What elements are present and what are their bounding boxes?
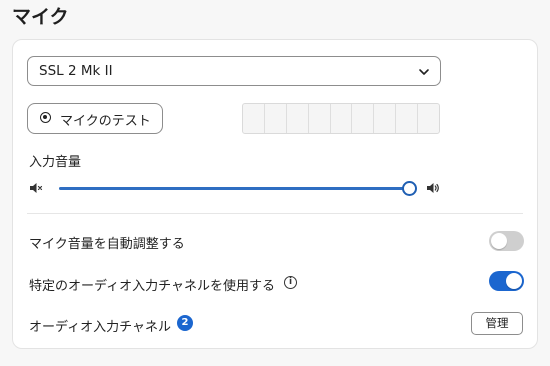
mic-test-button[interactable]: マイクのテスト: [27, 103, 163, 134]
level-meter-segment: [352, 104, 375, 133]
channel-count-badge: 2: [177, 315, 193, 331]
audio-channel-label: オーディオ入力チャネル: [29, 320, 171, 335]
level-meter-segment: [243, 104, 265, 133]
auto-adjust-toggle[interactable]: [489, 231, 524, 251]
speaker-loud-icon: [427, 183, 439, 193]
level-meter-segment: [265, 104, 287, 133]
specific-channel-label: 特定のオーディオ入力チャネルを使用する: [29, 279, 275, 294]
section-divider: [27, 213, 523, 214]
info-icon[interactable]: i: [284, 276, 297, 289]
level-meter-segment: [418, 104, 439, 133]
level-meter-segment: [331, 104, 353, 133]
level-meter-segment: [374, 104, 397, 133]
input-level-meter: [242, 103, 440, 134]
chevron-down-icon: [419, 69, 429, 75]
toggle-knob: [491, 233, 507, 249]
mic-device-select-value: SSL 2 Mk II: [39, 63, 113, 79]
mic-device-select[interactable]: SSL 2 Mk II: [27, 56, 441, 86]
radio-dot-icon: [40, 112, 51, 123]
level-meter-segment: [396, 104, 419, 133]
specific-channel-toggle[interactable]: [489, 271, 524, 291]
toggle-knob: [506, 273, 522, 289]
level-meter-segment: [309, 104, 331, 133]
speaker-mute-icon: [30, 183, 43, 193]
auto-adjust-label: マイク音量を自動調整する: [29, 237, 185, 252]
mic-test-label: マイクのテスト: [60, 114, 151, 129]
manage-button[interactable]: 管理: [471, 312, 523, 335]
input-volume-slider-fill: [59, 187, 409, 190]
input-volume-slider[interactable]: [59, 181, 417, 196]
level-meter-segment: [287, 104, 309, 133]
input-volume-slider-thumb[interactable]: [401, 181, 417, 196]
section-title: マイク: [12, 6, 69, 28]
mic-settings-card: SSL 2 Mk II マイクのテスト 入力音量 マイク音量を自動調整する 特定…: [12, 39, 538, 349]
input-volume-label: 入力音量: [29, 155, 82, 170]
